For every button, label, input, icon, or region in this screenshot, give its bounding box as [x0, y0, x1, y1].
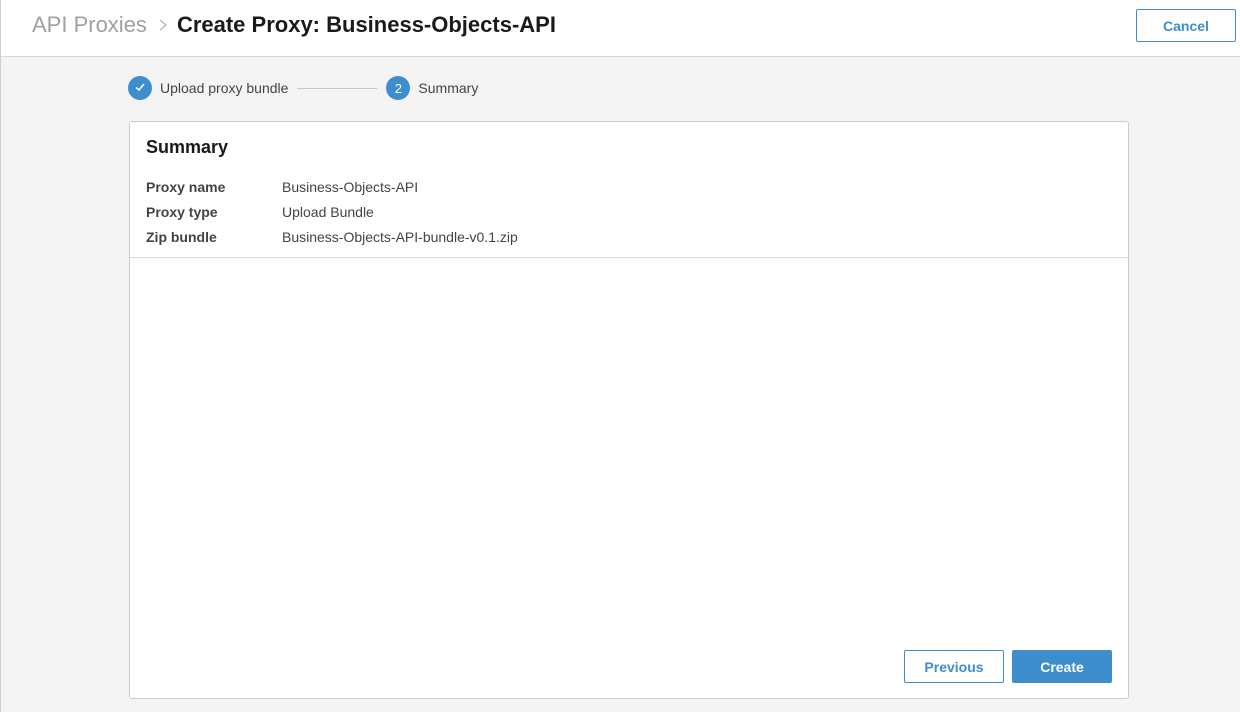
summary-row-proxy-type: Proxy type Upload Bundle: [146, 199, 518, 224]
summary-row-zip-bundle: Zip bundle Business-Objects-API-bundle-v…: [146, 224, 518, 249]
page-title: Create Proxy: Business-Objects-API: [176, 12, 556, 37]
summary-card: Summary Proxy name Business-Objects-API …: [129, 121, 1129, 699]
wizard-stepper: Upload proxy bundle 2 Summary: [128, 76, 478, 100]
step-2-label: Summary: [418, 80, 479, 96]
summary-table: Proxy name Business-Objects-API Proxy ty…: [146, 174, 518, 249]
summary-value: Business-Objects-API-bundle-v0.1.zip: [282, 228, 518, 245]
check-icon: [133, 80, 147, 97]
breadcrumb-api-proxies-link[interactable]: API Proxies: [32, 12, 147, 38]
summary-value: Upload Bundle: [282, 203, 374, 220]
breadcrumb: API Proxies Create Proxy: Business-Objec…: [32, 10, 556, 40]
main-content: Upload proxy bundle 2 Summary Summary Pr…: [1, 57, 1240, 712]
page-header: API Proxies Create Proxy: Business-Objec…: [1, 0, 1240, 57]
summary-title: Summary: [146, 137, 229, 157]
summary-row-proxy-name: Proxy name Business-Objects-API: [146, 174, 518, 199]
summary-value: Business-Objects-API: [282, 178, 419, 195]
cancel-button[interactable]: Cancel: [1136, 9, 1236, 42]
step-connector: [297, 87, 378, 89]
previous-button[interactable]: Previous: [904, 650, 1004, 683]
summary-section: Summary Proxy name Business-Objects-API …: [130, 122, 1128, 258]
create-button[interactable]: Create: [1012, 650, 1112, 683]
step-1-completed[interactable]: [128, 76, 152, 100]
summary-key: Proxy name: [146, 178, 226, 195]
step-2-number: 2: [394, 80, 403, 96]
step-2-current: 2: [386, 76, 411, 100]
summary-key: Zip bundle: [146, 228, 217, 245]
chevron-right-icon: [155, 14, 171, 36]
summary-key: Proxy type: [146, 203, 218, 220]
step-1-label[interactable]: Upload proxy bundle: [160, 80, 288, 96]
page: API Proxies Create Proxy: Business-Objec…: [0, 0, 1240, 712]
